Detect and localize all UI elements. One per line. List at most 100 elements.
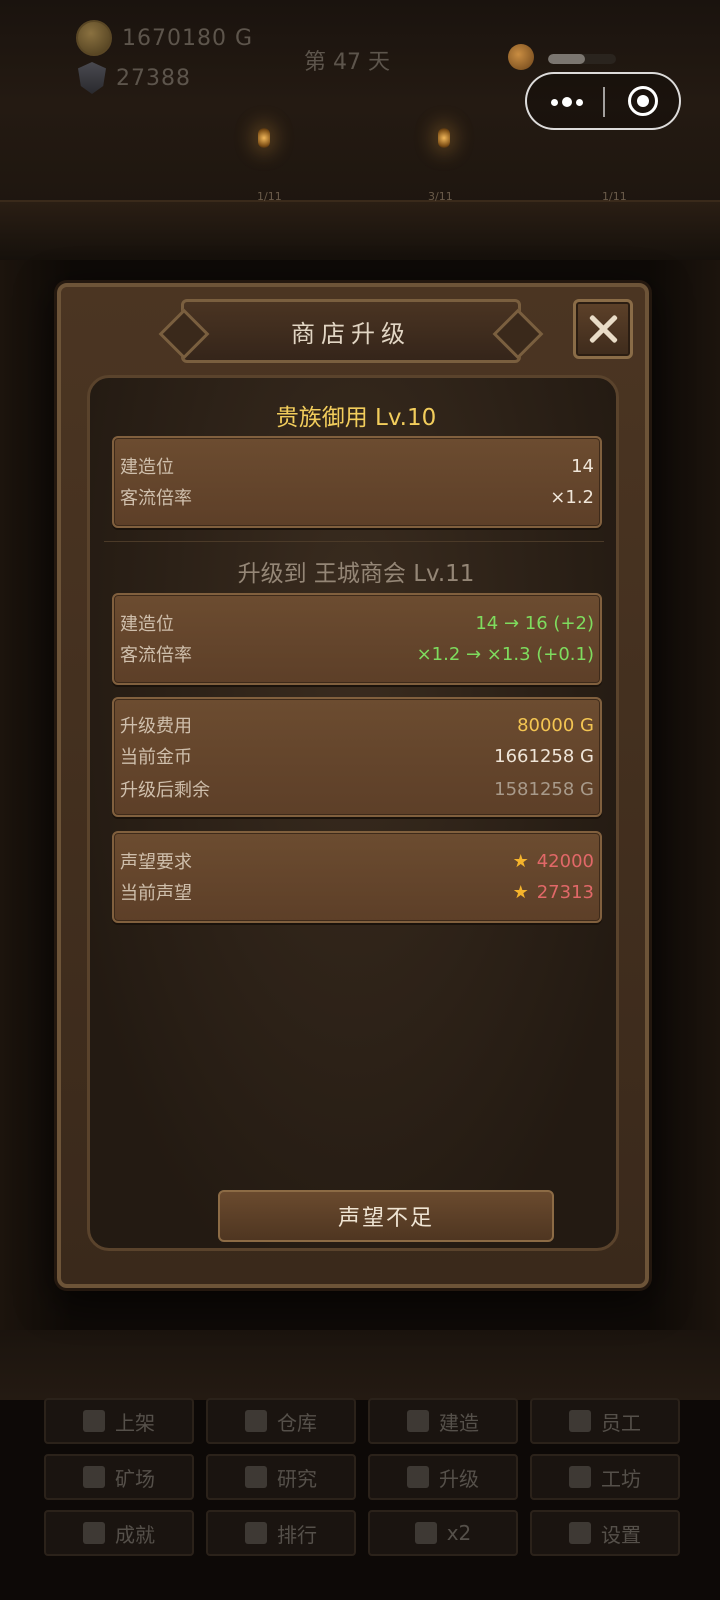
- reputation-row: 当前声望 ★ 27313: [120, 878, 594, 906]
- menu-item-label: 升级: [439, 1466, 479, 1491]
- menu-item-workshop[interactable]: 工坊: [530, 1454, 680, 1500]
- building-icon: [407, 1410, 429, 1432]
- cost-value: 1661258 G: [494, 745, 594, 767]
- fast-forward-icon: [569, 1522, 591, 1544]
- dialog-content: 贵族御用 Lv.10 建造位 14 客流倍率 ×1.2 升级到 王城商会 Lv.…: [87, 375, 619, 1251]
- menu-item-research[interactable]: 研究: [206, 1454, 356, 1500]
- reputation-label: 当前声望: [120, 883, 192, 904]
- day-counter: 第 47 天: [304, 50, 390, 75]
- upgrade-target-title: 升级到 王城商会 Lv.11: [237, 561, 475, 587]
- menu-item-warehouse[interactable]: 仓库: [206, 1398, 356, 1444]
- exit-miniprogram-icon[interactable]: [628, 86, 658, 116]
- stat-row: 客流倍率 ×1.2: [120, 483, 594, 511]
- menu-item-label: 员工: [601, 1410, 641, 1435]
- shelf-row: [0, 200, 720, 262]
- menu-item-achievements[interactable]: 成就: [44, 1510, 194, 1556]
- divider: [104, 541, 604, 542]
- menu-item-label: 仓库: [277, 1410, 317, 1435]
- close-icon: [588, 314, 618, 344]
- lamp-icon: [258, 128, 270, 148]
- menu-item-label: 研究: [277, 1466, 317, 1491]
- gold-amount: 1670180 G: [122, 25, 254, 51]
- reputation-label: 声望要求: [120, 852, 192, 873]
- reputation-row: 声望要求 ★ 42000: [120, 847, 594, 875]
- lamp-icon: [438, 128, 450, 148]
- stat-row: 建造位 14: [120, 452, 594, 480]
- star-icon: ★: [512, 881, 529, 903]
- gold-display: 1670180 G: [76, 20, 253, 56]
- reputation-card: 声望要求 ★ 42000 当前声望 ★ 27313: [112, 831, 602, 923]
- dialog-title: 商店升级: [291, 319, 411, 348]
- cost-row: 升级费用 80000 G: [120, 711, 594, 739]
- pickaxe-icon: [83, 1466, 105, 1488]
- shop-floor: [0, 1330, 720, 1400]
- book-icon: [245, 1466, 267, 1488]
- current-stats-card: 建造位 14 客流倍率 ×1.2: [112, 436, 602, 528]
- chevrons-up-icon: [407, 1466, 429, 1488]
- menu-item-label: x2: [446, 1521, 472, 1545]
- hammer-icon: [83, 1410, 105, 1432]
- star-icon: ★: [512, 850, 529, 872]
- shelf-slot-count: 1/11: [257, 190, 282, 203]
- lightning-icon: [414, 1522, 437, 1544]
- dialog-header: 商店升级: [181, 299, 521, 363]
- more-icon[interactable]: [547, 92, 587, 112]
- menu-item-settings[interactable]: 设置: [530, 1510, 680, 1556]
- reputation-value: 27313: [536, 881, 594, 903]
- energy-bar: [548, 54, 616, 64]
- capsule-divider: [603, 87, 605, 117]
- cost-value: 80000 G: [517, 714, 594, 736]
- close-button[interactable]: [573, 299, 633, 359]
- shelf-slot-count: 1/11: [602, 190, 627, 203]
- menu-item-speed[interactable]: x2: [368, 1510, 518, 1556]
- cost-row: 当前金币 1661258 G: [120, 742, 594, 770]
- next-stats-card: 建造位 14 → 16 (+2) 客流倍率 ×1.2 → ×1.3 (+0.1): [112, 593, 602, 685]
- stat-value: 14: [571, 455, 594, 477]
- box-icon: [245, 1410, 267, 1432]
- stat-value: 14 → 16 (+2): [475, 612, 594, 634]
- podium-icon: [245, 1522, 267, 1544]
- menu-item-label: 上架: [115, 1410, 155, 1435]
- person-icon: [569, 1410, 591, 1432]
- trophy-icon: [83, 1522, 105, 1544]
- stat-label: 客流倍率: [120, 488, 192, 509]
- coin-icon: [76, 20, 112, 56]
- cost-value: 1581258 G: [494, 778, 594, 800]
- stat-label: 客流倍率: [120, 645, 192, 666]
- menu-item-label: 设置: [601, 1522, 641, 1547]
- menu-item-label: 矿场: [115, 1466, 155, 1491]
- stat-row: 建造位 14 → 16 (+2): [120, 609, 594, 637]
- menu-item-upgrade[interactable]: 升级: [368, 1454, 518, 1500]
- cost-label: 升级费用: [120, 716, 192, 737]
- menu-item-label: 排行: [277, 1522, 317, 1547]
- miniprogram-capsule: [525, 72, 681, 130]
- bag-icon: [508, 44, 534, 70]
- stat-value: ×1.2 → ×1.3 (+0.1): [416, 643, 594, 665]
- cost-row: 升级后剩余 1581258 G: [120, 775, 594, 803]
- reputation-amount: 27388: [116, 65, 191, 91]
- cost-card: 升级费用 80000 G 当前金币 1661258 G 升级后剩余 158125…: [112, 697, 602, 817]
- reputation-display: 27388: [76, 62, 191, 94]
- shield-icon: [78, 62, 106, 94]
- bottom-menu: 上架 仓库 建造 员工 矿场 研究 升级 工坊 成就 排行 x2 设置: [44, 1398, 680, 1556]
- cost-label: 升级后剩余: [120, 780, 210, 801]
- insufficient-reputation-button[interactable]: 声望不足: [218, 1190, 554, 1242]
- menu-item-label: 建造: [439, 1410, 479, 1435]
- current-level-title: 贵族御用 Lv.10: [275, 405, 437, 431]
- cart-icon: [569, 1466, 591, 1488]
- energy-bar-fill: [548, 54, 586, 64]
- cost-label: 当前金币: [120, 747, 192, 768]
- menu-item-staff[interactable]: 员工: [530, 1398, 680, 1444]
- stat-label: 建造位: [120, 457, 174, 478]
- reputation-value: 42000: [536, 850, 594, 872]
- menu-item-ranking[interactable]: 排行: [206, 1510, 356, 1556]
- menu-item-list[interactable]: 上架: [44, 1398, 194, 1444]
- shop-upgrade-dialog: 商店升级 贵族御用 Lv.10 建造位 14 客流倍率 ×1.2 升级到 王城商…: [57, 283, 649, 1288]
- menu-item-build[interactable]: 建造: [368, 1398, 518, 1444]
- menu-item-label: 工坊: [601, 1466, 641, 1491]
- stat-row: 客流倍率 ×1.2 → ×1.3 (+0.1): [120, 640, 594, 668]
- stat-label: 建造位: [120, 614, 174, 635]
- stat-value: ×1.2: [550, 486, 594, 508]
- menu-item-label: 成就: [115, 1522, 155, 1547]
- menu-item-mine[interactable]: 矿场: [44, 1454, 194, 1500]
